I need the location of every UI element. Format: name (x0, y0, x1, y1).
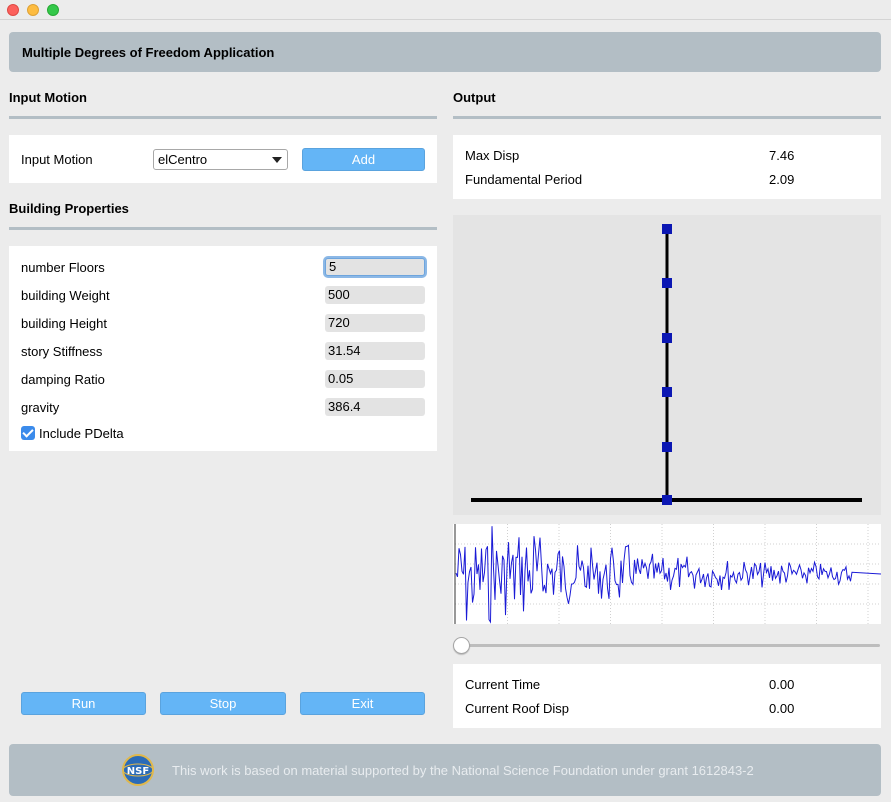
gravity-label: gravity (21, 400, 60, 415)
building-weight-input[interactable]: 500 (325, 286, 425, 304)
input-motion-heading: Input Motion (9, 90, 87, 105)
run-button[interactable]: Run (21, 692, 146, 715)
footer-bar: NSF This work is based on material suppo… (9, 744, 881, 796)
output-time-panel: Current Time 0.00 Current Roof Disp 0.00 (453, 664, 881, 728)
floor-node-2 (662, 387, 672, 397)
stop-button[interactable]: Stop (160, 692, 286, 715)
floor-node-1 (662, 442, 672, 452)
app-header: Multiple Degrees of Freedom Application (9, 32, 881, 72)
nsf-logo-icon: NSF (122, 754, 154, 786)
close-window-button[interactable] (7, 4, 19, 16)
base-node (662, 495, 672, 505)
minimize-window-button[interactable] (27, 4, 39, 16)
max-disp-label: Max Disp (465, 148, 520, 163)
damping-ratio-label: damping Ratio (21, 372, 105, 387)
fundamental-period-value: 2.09 (769, 172, 795, 187)
number-floors-input[interactable]: 5 (325, 258, 425, 276)
building-weight-label: building Weight (21, 288, 110, 303)
input-motion-label: Input Motion (21, 152, 93, 167)
floor-node-5 (662, 224, 672, 234)
output-divider (453, 116, 881, 119)
ground-motion-plot (453, 524, 882, 624)
time-slider-handle[interactable] (453, 637, 470, 654)
input-motion-select[interactable]: elCentro (153, 149, 288, 170)
ground-motion-trace (455, 526, 882, 624)
building-height-input[interactable]: 720 (325, 314, 425, 332)
input-motion-selected: elCentro (158, 152, 208, 167)
nsf-logo-text: NSF (127, 766, 149, 777)
story-stiffness-input[interactable]: 31.54 (325, 342, 425, 360)
ground-motion-svg (454, 524, 882, 624)
building-properties-divider (9, 227, 437, 230)
include-pdelta-label: Include PDelta (39, 426, 124, 441)
current-time-label: Current Time (465, 677, 541, 692)
current-roof-disp-label: Current Roof Disp (465, 701, 570, 716)
window-titlebar (0, 0, 891, 20)
building-visualization (453, 215, 881, 515)
floor-node-3 (662, 333, 672, 343)
add-motion-button[interactable]: Add (302, 148, 425, 171)
footer-text: This work is based on material supported… (172, 763, 754, 778)
building-model-svg (471, 224, 862, 505)
chevron-down-icon (272, 157, 282, 163)
current-roof-disp-value: 0.00 (769, 701, 795, 716)
output-results-panel: Max Disp 7.46 Fundamental Period 2.09 (453, 135, 881, 199)
damping-ratio-input[interactable]: 0.05 (325, 370, 425, 388)
output-heading: Output (453, 90, 496, 105)
fundamental-period-label: Fundamental Period (465, 172, 583, 187)
maximize-window-button[interactable] (47, 4, 59, 16)
input-motion-divider (9, 116, 437, 119)
number-floors-label: number Floors (21, 260, 105, 275)
building-properties-heading: Building Properties (9, 201, 129, 216)
story-stiffness-label: story Stiffness (21, 344, 103, 359)
current-time-value: 0.00 (769, 677, 795, 692)
floor-node-4 (662, 278, 672, 288)
include-pdelta-checkbox[interactable] (21, 426, 35, 440)
max-disp-value: 7.46 (769, 148, 795, 163)
building-height-label: building Height (21, 316, 108, 331)
time-slider-track[interactable] (458, 644, 880, 647)
app-title: Multiple Degrees of Freedom Application (22, 44, 275, 60)
gravity-input[interactable]: 386.4 (325, 398, 425, 416)
exit-button[interactable]: Exit (300, 692, 425, 715)
